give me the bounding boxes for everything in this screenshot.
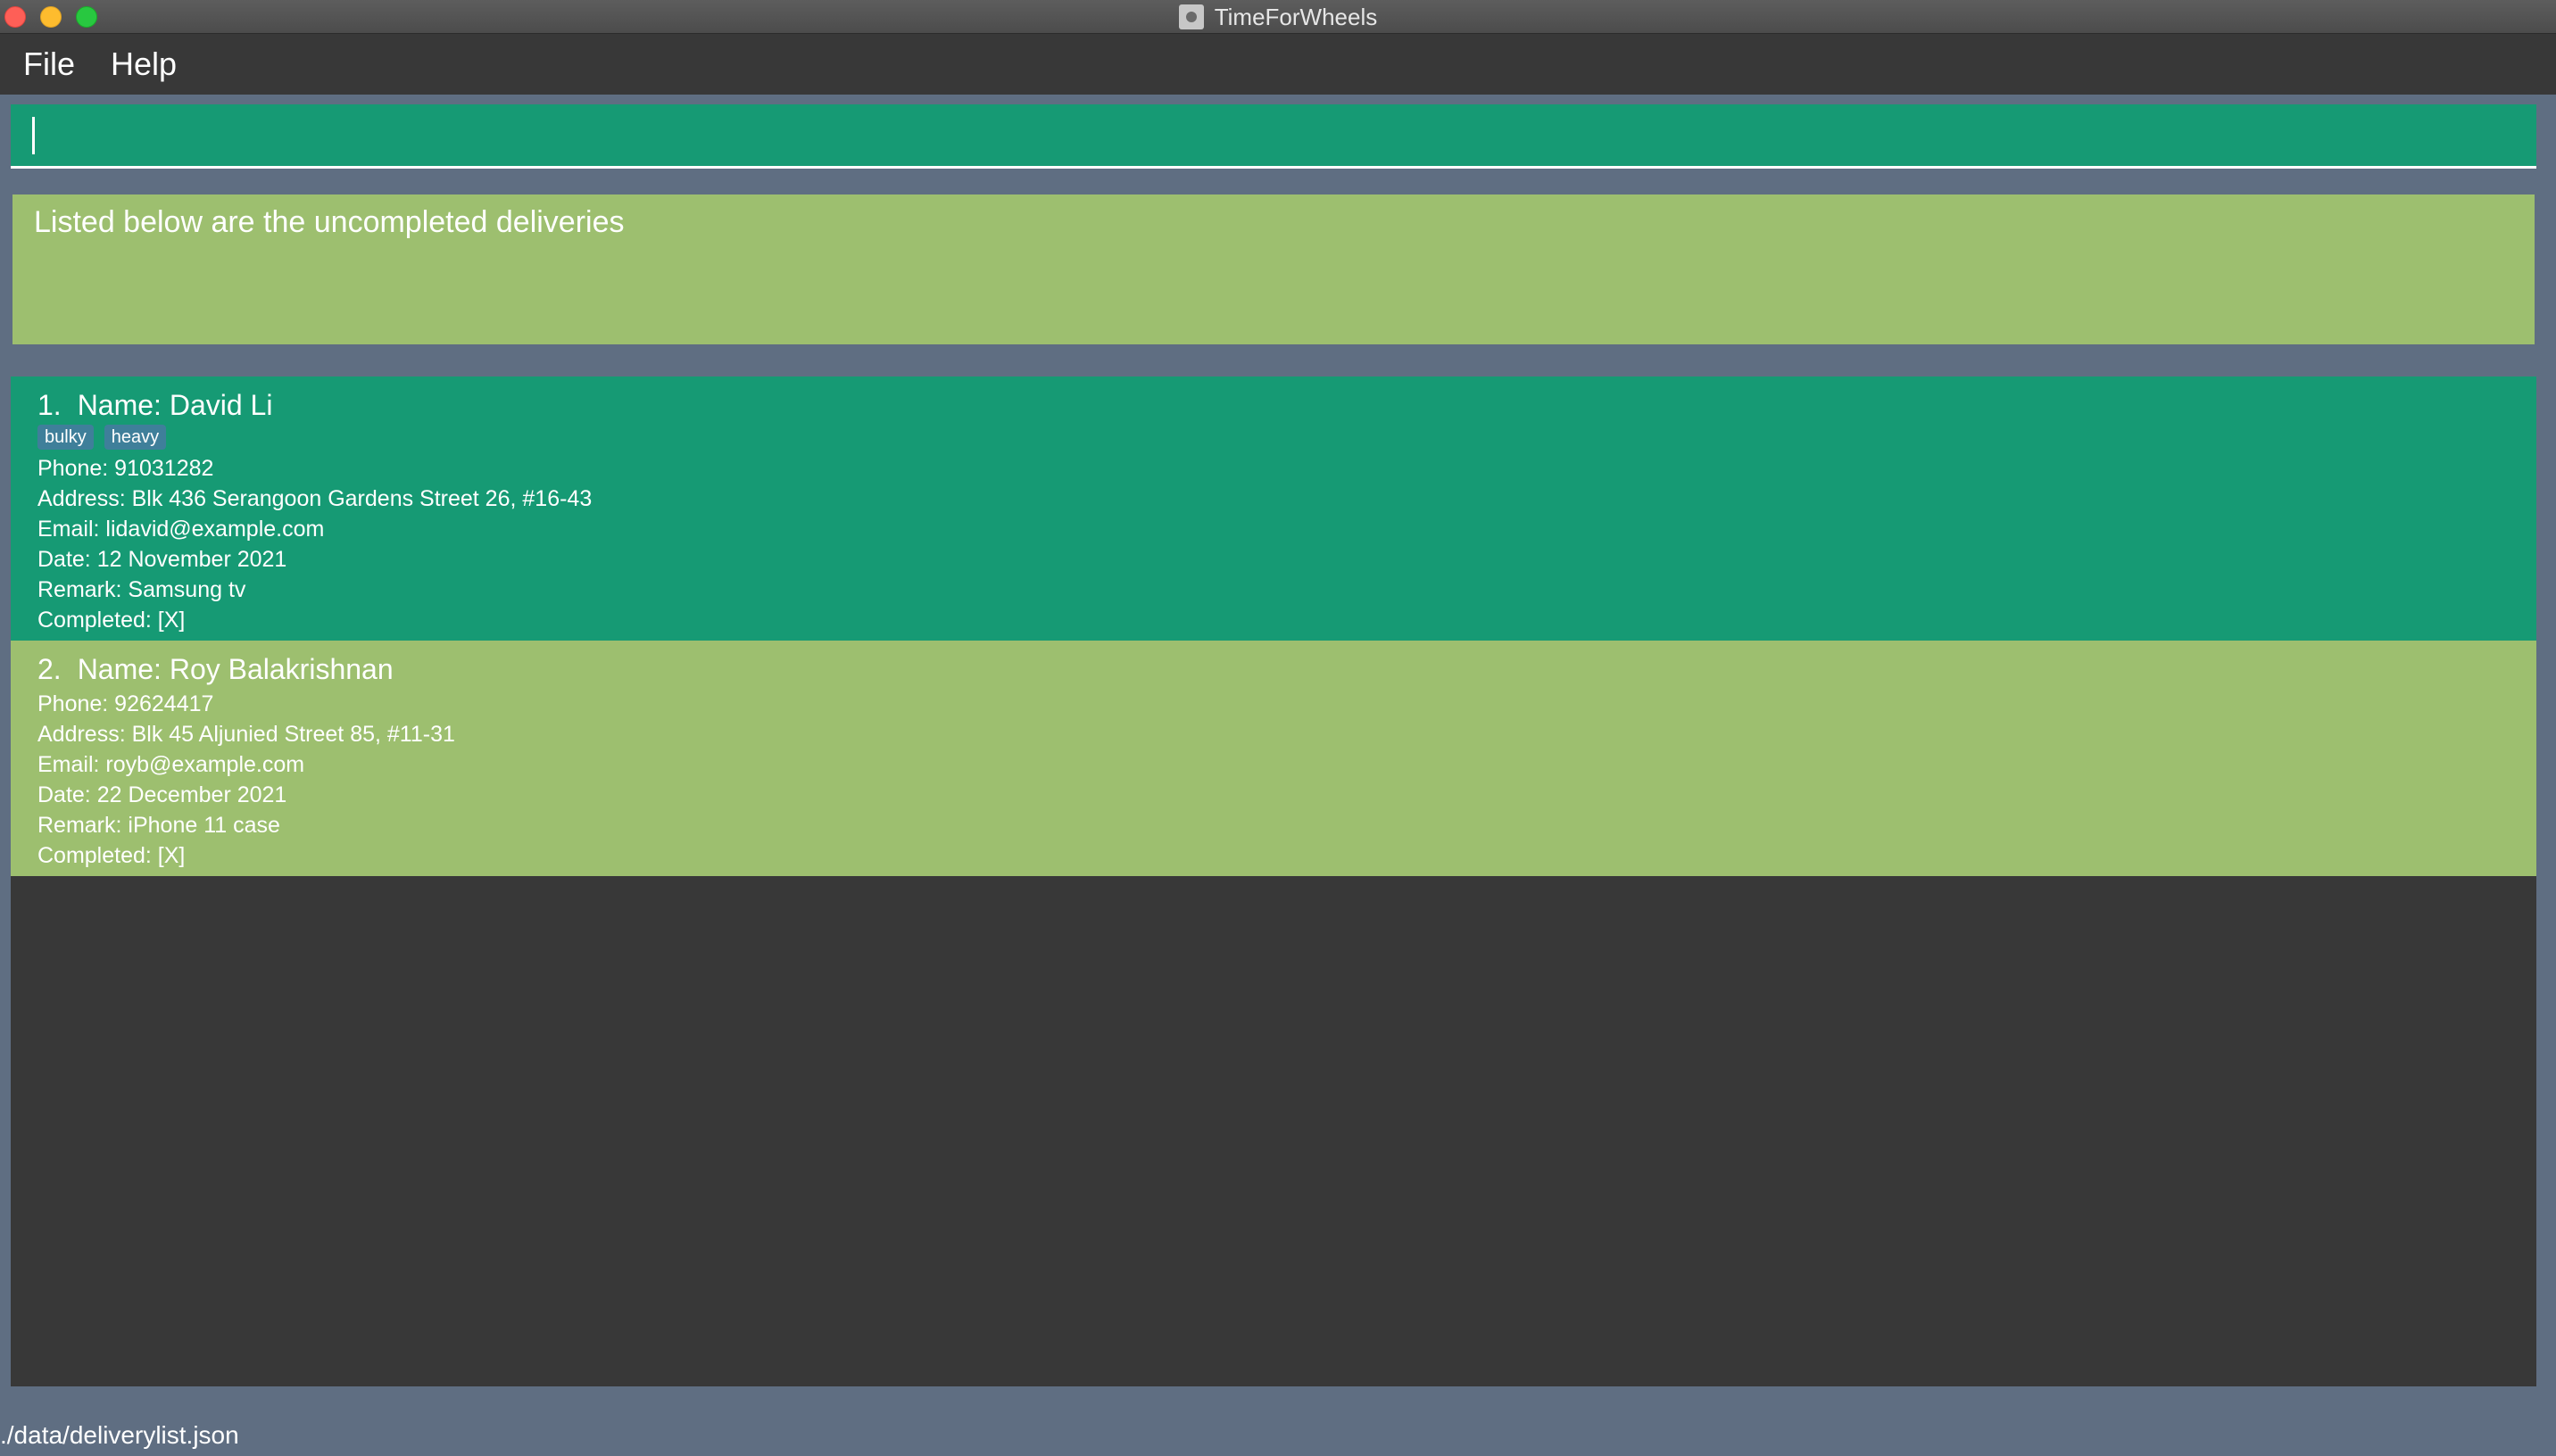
- delivery-remark: Remark: Samsung tv: [37, 577, 246, 602]
- delivery-list[interactable]: 1. Name: David Li bulky heavy Phone: 9103…: [11, 376, 2536, 1386]
- text-caret: [32, 117, 35, 154]
- status-bar: ./data/deliverylist.json: [0, 1415, 2556, 1456]
- delivery-phone: Phone: 92624417: [37, 691, 214, 716]
- delivery-card[interactable]: 1. Name: David Li bulky heavy Phone: 9103…: [11, 376, 2536, 641]
- data-file-path: ./data/deliverylist.json: [0, 1421, 239, 1449]
- result-message: Listed below are the uncompleted deliver…: [34, 205, 625, 239]
- delivery-date: Date: 12 November 2021: [37, 547, 287, 572]
- delivery-date: Date: 22 December 2021: [37, 782, 287, 807]
- delivery-email: Email: lidavid@example.com: [37, 517, 325, 542]
- delivery-address: Address: Blk 436 Serangoon Gardens Stree…: [37, 486, 593, 511]
- delivery-remark: Remark: iPhone 11 case: [37, 813, 280, 838]
- delivery-address: Address: Blk 45 Aljunied Street 85, #11-…: [37, 722, 455, 747]
- delivery-phone: Phone: 91031282: [37, 456, 214, 481]
- app-icon: [1178, 4, 1204, 29]
- menu-file[interactable]: File: [23, 46, 75, 83]
- delivery-index: 1.: [37, 389, 62, 421]
- result-display: Listed below are the uncompleted deliver…: [12, 194, 2535, 344]
- menu-help[interactable]: Help: [111, 46, 177, 83]
- title-bar: TimeForWheels: [0, 0, 2556, 34]
- delivery-index: 2.: [37, 653, 62, 685]
- command-input[interactable]: [11, 104, 2536, 169]
- delivery-email: Email: royb@example.com: [37, 752, 305, 777]
- tag: bulky: [37, 425, 94, 450]
- tag: heavy: [104, 425, 167, 450]
- delivery-completed: Completed: [X]: [37, 608, 186, 633]
- delivery-card-title: 2. Name: Roy Balakrishnan: [37, 653, 2510, 685]
- delivery-name: Name: David Li: [77, 389, 273, 421]
- delivery-card[interactable]: 2. Name: Roy Balakrishnan Phone: 92624417…: [11, 641, 2536, 876]
- delivery-name: Name: Roy Balakrishnan: [77, 653, 394, 685]
- menu-bar: File Help: [0, 34, 2556, 95]
- tag-list: bulky heavy: [37, 425, 2510, 450]
- window-title: TimeForWheels: [1214, 3, 1378, 30]
- delivery-completed: Completed: [X]: [37, 843, 186, 868]
- delivery-card-title: 1. Name: David Li: [37, 389, 2510, 421]
